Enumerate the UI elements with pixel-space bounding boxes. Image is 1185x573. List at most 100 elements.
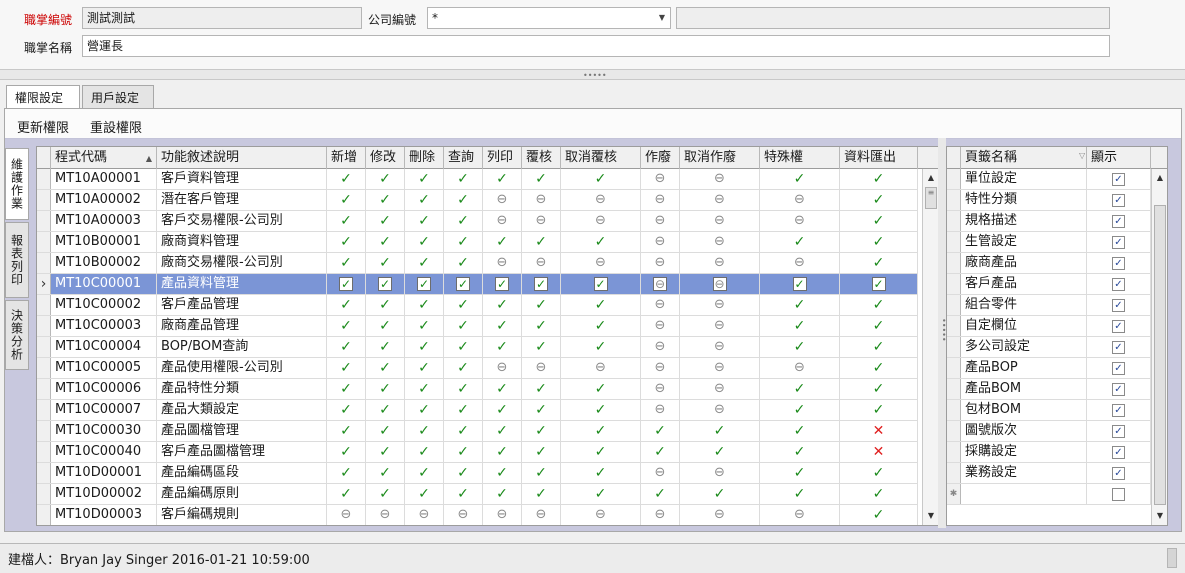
- permission-cell[interactable]: ⊖: [760, 211, 840, 231]
- table-row[interactable]: MT10C00030 產品圖檔管理 ✓ ✓ ✓ ✓ ✓ ✓ ✓ ✓ ✓ ✓ ✕: [37, 421, 918, 442]
- permission-cell[interactable]: ✓: [483, 232, 522, 252]
- permission-cell[interactable]: ✕: [840, 421, 918, 441]
- program-code-cell[interactable]: MT10C00040: [51, 442, 157, 462]
- permission-cell[interactable]: ✓: [760, 295, 840, 315]
- row-indicator[interactable]: [947, 421, 961, 441]
- permission-cell[interactable]: ✓: [561, 274, 641, 294]
- page-name-cell[interactable]: 業務設定: [961, 463, 1087, 483]
- permission-cell[interactable]: ✓: [444, 358, 483, 378]
- permission-cell[interactable]: ✓: [405, 421, 444, 441]
- permission-cell[interactable]: ✓: [366, 316, 405, 336]
- visible-checkbox[interactable]: ✓: [1112, 194, 1125, 207]
- permission-cell[interactable]: ✓: [366, 484, 405, 504]
- permission-cell[interactable]: ✓: [840, 253, 918, 273]
- permission-cell[interactable]: ✓: [522, 274, 561, 294]
- permission-cell[interactable]: ⊖: [641, 169, 680, 189]
- visible-cell[interactable]: ✓: [1087, 316, 1151, 336]
- list-item[interactable]: 業務設定 ✓: [947, 463, 1151, 484]
- permission-cell[interactable]: ✓: [366, 211, 405, 231]
- page-name-cell[interactable]: [961, 484, 1087, 504]
- permission-cell[interactable]: ⊖: [680, 169, 760, 189]
- permission-cell[interactable]: ⊖: [680, 358, 760, 378]
- visible-checkbox[interactable]: ✓: [1112, 173, 1125, 186]
- permission-cell[interactable]: ⊖: [680, 295, 760, 315]
- permission-cell[interactable]: ✓: [483, 421, 522, 441]
- permission-cell[interactable]: ✓: [444, 253, 483, 273]
- permission-cell[interactable]: ⊖: [641, 295, 680, 315]
- row-indicator[interactable]: [37, 190, 51, 210]
- function-description-cell[interactable]: 產品編碼區段: [157, 463, 327, 483]
- permission-cell[interactable]: ✓: [840, 400, 918, 420]
- row-indicator[interactable]: [947, 442, 961, 462]
- row-indicator[interactable]: [37, 211, 51, 231]
- row-indicator[interactable]: [37, 232, 51, 252]
- permission-cell[interactable]: ✓: [840, 169, 918, 189]
- permission-cell[interactable]: ✓: [840, 379, 918, 399]
- visible-cell[interactable]: [1087, 484, 1151, 504]
- side-tab-reports[interactable]: 報表列印: [5, 222, 29, 298]
- vertical-splitter[interactable]: •••••: [938, 138, 948, 528]
- permission-cell[interactable]: ✓: [327, 316, 366, 336]
- permission-cell[interactable]: ⊖: [680, 232, 760, 252]
- filter-icon[interactable]: ▽: [1079, 151, 1085, 160]
- row-indicator[interactable]: [37, 316, 51, 336]
- row-indicator[interactable]: [37, 400, 51, 420]
- permission-cell[interactable]: ✓: [366, 232, 405, 252]
- horizontal-splitter[interactable]: •••••: [0, 70, 1185, 80]
- permission-cell[interactable]: ✓: [327, 484, 366, 504]
- visible-checkbox[interactable]: ✓: [1112, 446, 1125, 459]
- row-indicator[interactable]: [947, 463, 961, 483]
- column-header[interactable]: 作廢: [641, 147, 680, 169]
- permission-cell[interactable]: ✓: [444, 316, 483, 336]
- permission-cell[interactable]: ✓: [522, 232, 561, 252]
- row-indicator[interactable]: [947, 295, 961, 315]
- visible-checkbox[interactable]: ✓: [1112, 236, 1125, 249]
- program-code-cell[interactable]: MT10C00030: [51, 421, 157, 441]
- permission-cell[interactable]: ⊖: [641, 253, 680, 273]
- scroll-up-icon[interactable]: ▲: [1152, 171, 1167, 185]
- table-row[interactable]: MT10B00002 廠商交易權限-公司別 ✓ ✓ ✓ ✓ ⊖ ⊖ ⊖ ⊖ ⊖ ⊖ ✓: [37, 253, 918, 274]
- row-indicator[interactable]: [37, 505, 51, 525]
- permission-cell[interactable]: ✓: [522, 400, 561, 420]
- permission-cell[interactable]: ✓: [405, 253, 444, 273]
- permission-cell[interactable]: ✓: [366, 253, 405, 273]
- function-description-cell[interactable]: 客戶資料管理: [157, 169, 327, 189]
- permission-cell[interactable]: ✓: [483, 442, 522, 462]
- permission-cell[interactable]: ⊖: [483, 253, 522, 273]
- permission-cell[interactable]: ✓: [840, 232, 918, 252]
- column-header[interactable]: 資料匯出: [840, 147, 918, 169]
- program-code-cell[interactable]: MT10C00007: [51, 400, 157, 420]
- permission-cell[interactable]: ✓: [760, 337, 840, 357]
- permission-cell[interactable]: ✓: [444, 337, 483, 357]
- permission-cell[interactable]: ✓: [405, 232, 444, 252]
- table-row[interactable]: MT10A00002 潛在客戶管理 ✓ ✓ ✓ ✓ ⊖ ⊖ ⊖ ⊖ ⊖ ⊖ ✓: [37, 190, 918, 211]
- visible-checkbox[interactable]: [1112, 488, 1125, 501]
- list-item[interactable]: 生管設定 ✓: [947, 232, 1151, 253]
- new-row[interactable]: ✱: [947, 484, 1151, 505]
- permission-cell[interactable]: ⊖: [641, 274, 680, 294]
- permission-cell[interactable]: ✓: [366, 379, 405, 399]
- column-header[interactable]: 取消覆核: [561, 147, 641, 169]
- table-row[interactable]: MT10C00004 BOP/BOM查詢 ✓ ✓ ✓ ✓ ✓ ✓ ✓ ⊖ ⊖ ✓ ✓: [37, 337, 918, 358]
- table-row[interactable]: MT10D00003 客戶編碼規則 ⊖ ⊖ ⊖ ⊖ ⊖ ⊖ ⊖ ⊖ ⊖ ⊖ ✓: [37, 505, 918, 525]
- row-indicator[interactable]: ›: [37, 274, 51, 294]
- permission-cell[interactable]: ✓: [327, 421, 366, 441]
- permission-cell[interactable]: ✓: [405, 169, 444, 189]
- permission-cell[interactable]: ✓: [327, 274, 366, 294]
- list-item[interactable]: 產品BOM ✓: [947, 379, 1151, 400]
- permission-cell[interactable]: ⊖: [641, 400, 680, 420]
- permission-cell[interactable]: ⊖: [641, 232, 680, 252]
- permission-cell[interactable]: ⊖: [561, 505, 641, 525]
- row-indicator[interactable]: [947, 253, 961, 273]
- visible-checkbox[interactable]: ✓: [1112, 467, 1125, 480]
- permission-cell[interactable]: ✓: [366, 274, 405, 294]
- permission-cell[interactable]: ✓: [561, 316, 641, 336]
- permission-cell[interactable]: ✓: [522, 484, 561, 504]
- permission-cell[interactable]: ✓: [641, 442, 680, 462]
- permission-cell[interactable]: ✓: [405, 379, 444, 399]
- permission-cell[interactable]: ✓: [561, 484, 641, 504]
- permission-cell[interactable]: ⊖: [680, 274, 760, 294]
- permission-cell[interactable]: ✓: [444, 232, 483, 252]
- function-description-cell[interactable]: BOP/BOM查詢: [157, 337, 327, 357]
- permission-cell[interactable]: ✓: [327, 190, 366, 210]
